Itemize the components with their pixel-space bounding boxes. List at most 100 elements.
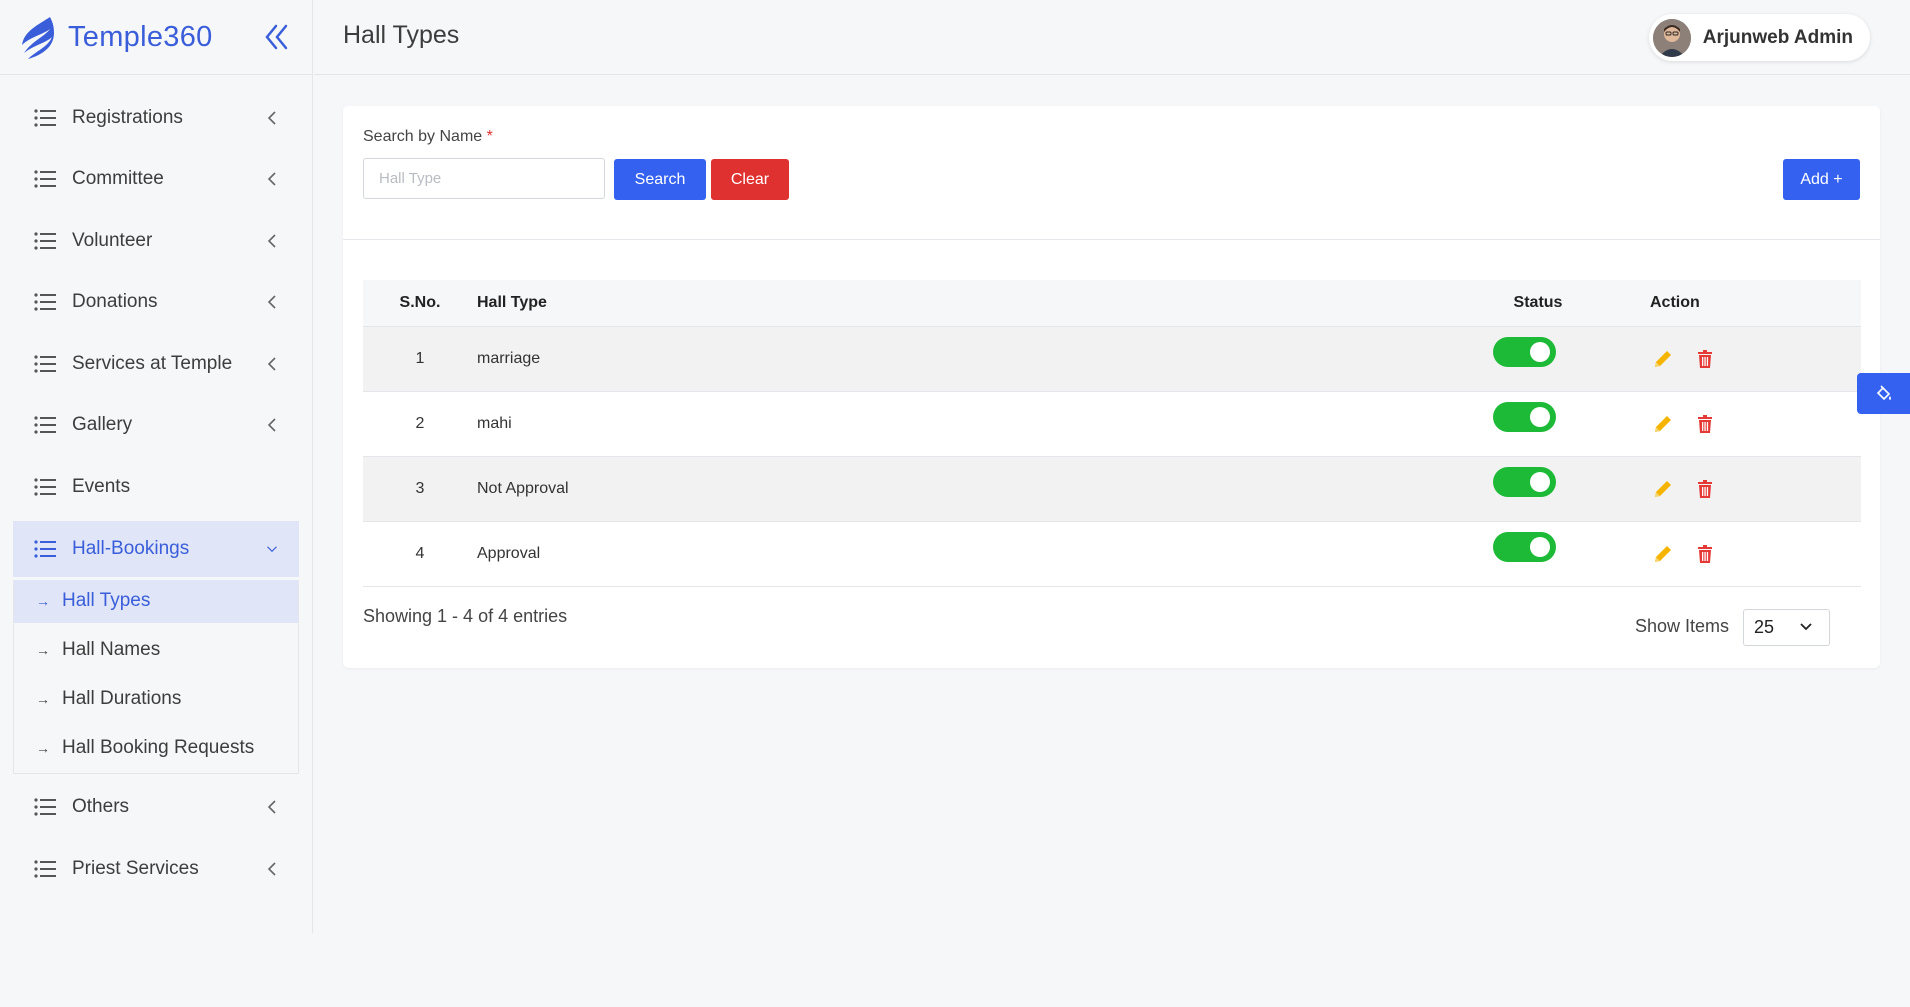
sidebar-subitem-label: Hall Durations — [62, 688, 182, 709]
sidebar-subitem-hall-names[interactable]: → Hall Names — [14, 626, 298, 675]
chevron-left-icon — [267, 111, 276, 125]
sidebar-item-label: Registrations — [72, 106, 183, 128]
user-menu[interactable]: Arjunweb Admin — [1648, 14, 1870, 61]
list-icon — [34, 109, 56, 127]
paint-bucket-icon — [1876, 384, 1891, 400]
cell-hall-type: marriage — [477, 326, 1480, 392]
chevron-left-icon — [267, 234, 276, 248]
sidebar-item-others[interactable]: Others — [0, 777, 312, 839]
delete-trash-icon[interactable] — [1694, 478, 1716, 500]
table-row: 1 marriage — [363, 326, 1861, 392]
list-icon — [34, 355, 56, 373]
delete-trash-icon[interactable] — [1694, 348, 1716, 370]
toggle-knob — [1530, 407, 1550, 427]
sidebar-subitem-label: Hall Names — [62, 639, 161, 660]
search-label: Search by Name * — [363, 128, 493, 146]
edit-pencil-icon[interactable] — [1652, 413, 1674, 435]
toggle-knob — [1530, 342, 1550, 362]
cell-hall-type: Approval — [477, 521, 1480, 587]
list-icon — [34, 232, 56, 250]
entries-summary: Showing 1 - 4 of 4 entries — [363, 606, 568, 626]
list-icon — [34, 170, 56, 188]
theme-customizer-button[interactable] — [1857, 373, 1910, 414]
cell-sno: 2 — [363, 391, 477, 457]
list-icon — [34, 478, 56, 496]
column-header-hall-type: Hall Type — [477, 280, 1480, 327]
required-mark: * — [486, 128, 493, 145]
cell-hall-type: mahi — [477, 391, 1480, 457]
sidebar-subitem-hall-durations[interactable]: → Hall Durations — [14, 675, 298, 724]
brand: Temple360 — [0, 0, 312, 75]
sidebar-item-label: Events — [72, 475, 131, 497]
hall-types-table: S.No. Hall Type Status Action 1 marriage… — [363, 280, 1861, 587]
column-header-status: Status — [1480, 280, 1626, 327]
sidebar-item-volunteer[interactable]: Volunteer — [0, 210, 312, 272]
chevron-down-icon — [1800, 623, 1812, 631]
list-icon — [34, 798, 56, 816]
sidebar-item-label: Hall-Bookings — [72, 537, 190, 559]
sidebar-item-priest-services[interactable]: Priest Services — [0, 838, 312, 900]
sidebar-item-label: Donations — [72, 291, 158, 313]
sidebar-item-services-at-temple[interactable]: Services at Temple — [0, 333, 312, 395]
column-header-sno: S.No. — [363, 280, 477, 327]
sidebar-item-hall-bookings[interactable]: Hall-Bookings — [13, 520, 299, 577]
sidebar-subitem-hall-types[interactable]: → Hall Types — [14, 579, 298, 623]
sidebar-item-label: Services at Temple — [72, 352, 233, 374]
sidebar-item-committee[interactable]: Committee — [0, 149, 312, 211]
page-size-select[interactable]: 25 — [1743, 609, 1830, 646]
toggle-knob — [1530, 537, 1550, 557]
list-icon — [34, 293, 56, 311]
page-size-value: 25 — [1754, 617, 1775, 637]
arrow-right-icon: → — [36, 691, 50, 707]
cell-sno: 3 — [363, 456, 477, 522]
table-row: 2 mahi — [363, 391, 1861, 457]
chevron-left-icon — [267, 418, 276, 432]
avatar — [1652, 18, 1691, 57]
temple360-logo-icon — [22, 17, 54, 59]
brand-name: Temple360 — [68, 20, 213, 53]
chevron-left-icon — [267, 295, 276, 309]
hall-types-card: Search by Name * Search Clear Add + S.No… — [343, 106, 1880, 668]
sidebar-item-label: Volunteer — [72, 229, 153, 251]
sidebar-menu: Registrations Committee Volunteer Donati… — [0, 75, 312, 900]
sidebar-subitem-label: Hall Booking Requests — [62, 737, 255, 758]
sidebar-subitem-hall-booking-requests[interactable]: → Hall Booking Requests — [14, 724, 298, 773]
sidebar-item-donations[interactable]: Donations — [0, 272, 312, 334]
page-title: Hall Types — [343, 21, 460, 49]
collapse-sidebar-icon[interactable] — [264, 22, 290, 52]
search-input[interactable] — [363, 158, 605, 199]
status-toggle[interactable] — [1493, 467, 1556, 497]
delete-trash-icon[interactable] — [1694, 543, 1716, 565]
arrow-right-icon: → — [36, 642, 50, 658]
sidebar-item-label: Committee — [72, 168, 164, 190]
sidebar-item-events[interactable]: Events — [0, 456, 312, 518]
status-toggle[interactable] — [1493, 532, 1556, 562]
sidebar-item-gallery[interactable]: Gallery — [0, 395, 312, 457]
delete-trash-icon[interactable] — [1694, 413, 1716, 435]
search-button[interactable]: Search — [614, 159, 706, 200]
edit-pencil-icon[interactable] — [1652, 348, 1674, 370]
chevron-left-icon — [267, 862, 276, 876]
search-label-text: Search by Name — [363, 128, 483, 145]
list-icon — [34, 860, 56, 878]
arrow-right-icon: → — [36, 740, 50, 756]
clear-button[interactable]: Clear — [711, 159, 789, 200]
add-button[interactable]: Add + — [1783, 159, 1860, 200]
table-row: 3 Not Approval — [363, 456, 1861, 522]
table-row: 4 Approval — [363, 521, 1861, 587]
chevron-down-icon — [267, 545, 277, 552]
show-items-label: Show Items — [1635, 616, 1730, 636]
sidebar-subitem-label: Hall Types — [62, 590, 151, 611]
toggle-knob — [1530, 472, 1550, 492]
column-header-action: Action — [1626, 280, 1861, 327]
chevron-left-icon — [267, 357, 276, 371]
cell-hall-type: Not Approval — [477, 456, 1480, 522]
cell-sno: 1 — [363, 326, 477, 392]
status-toggle[interactable] — [1493, 337, 1556, 367]
status-toggle[interactable] — [1493, 402, 1556, 432]
hall-bookings-submenu: → Hall Types → Hall Names → Hall Duratio… — [13, 579, 299, 774]
edit-pencil-icon[interactable] — [1652, 478, 1674, 500]
sidebar-item-registrations[interactable]: Registrations — [0, 87, 312, 149]
sidebar-item-label: Others — [72, 796, 130, 818]
edit-pencil-icon[interactable] — [1652, 543, 1674, 565]
